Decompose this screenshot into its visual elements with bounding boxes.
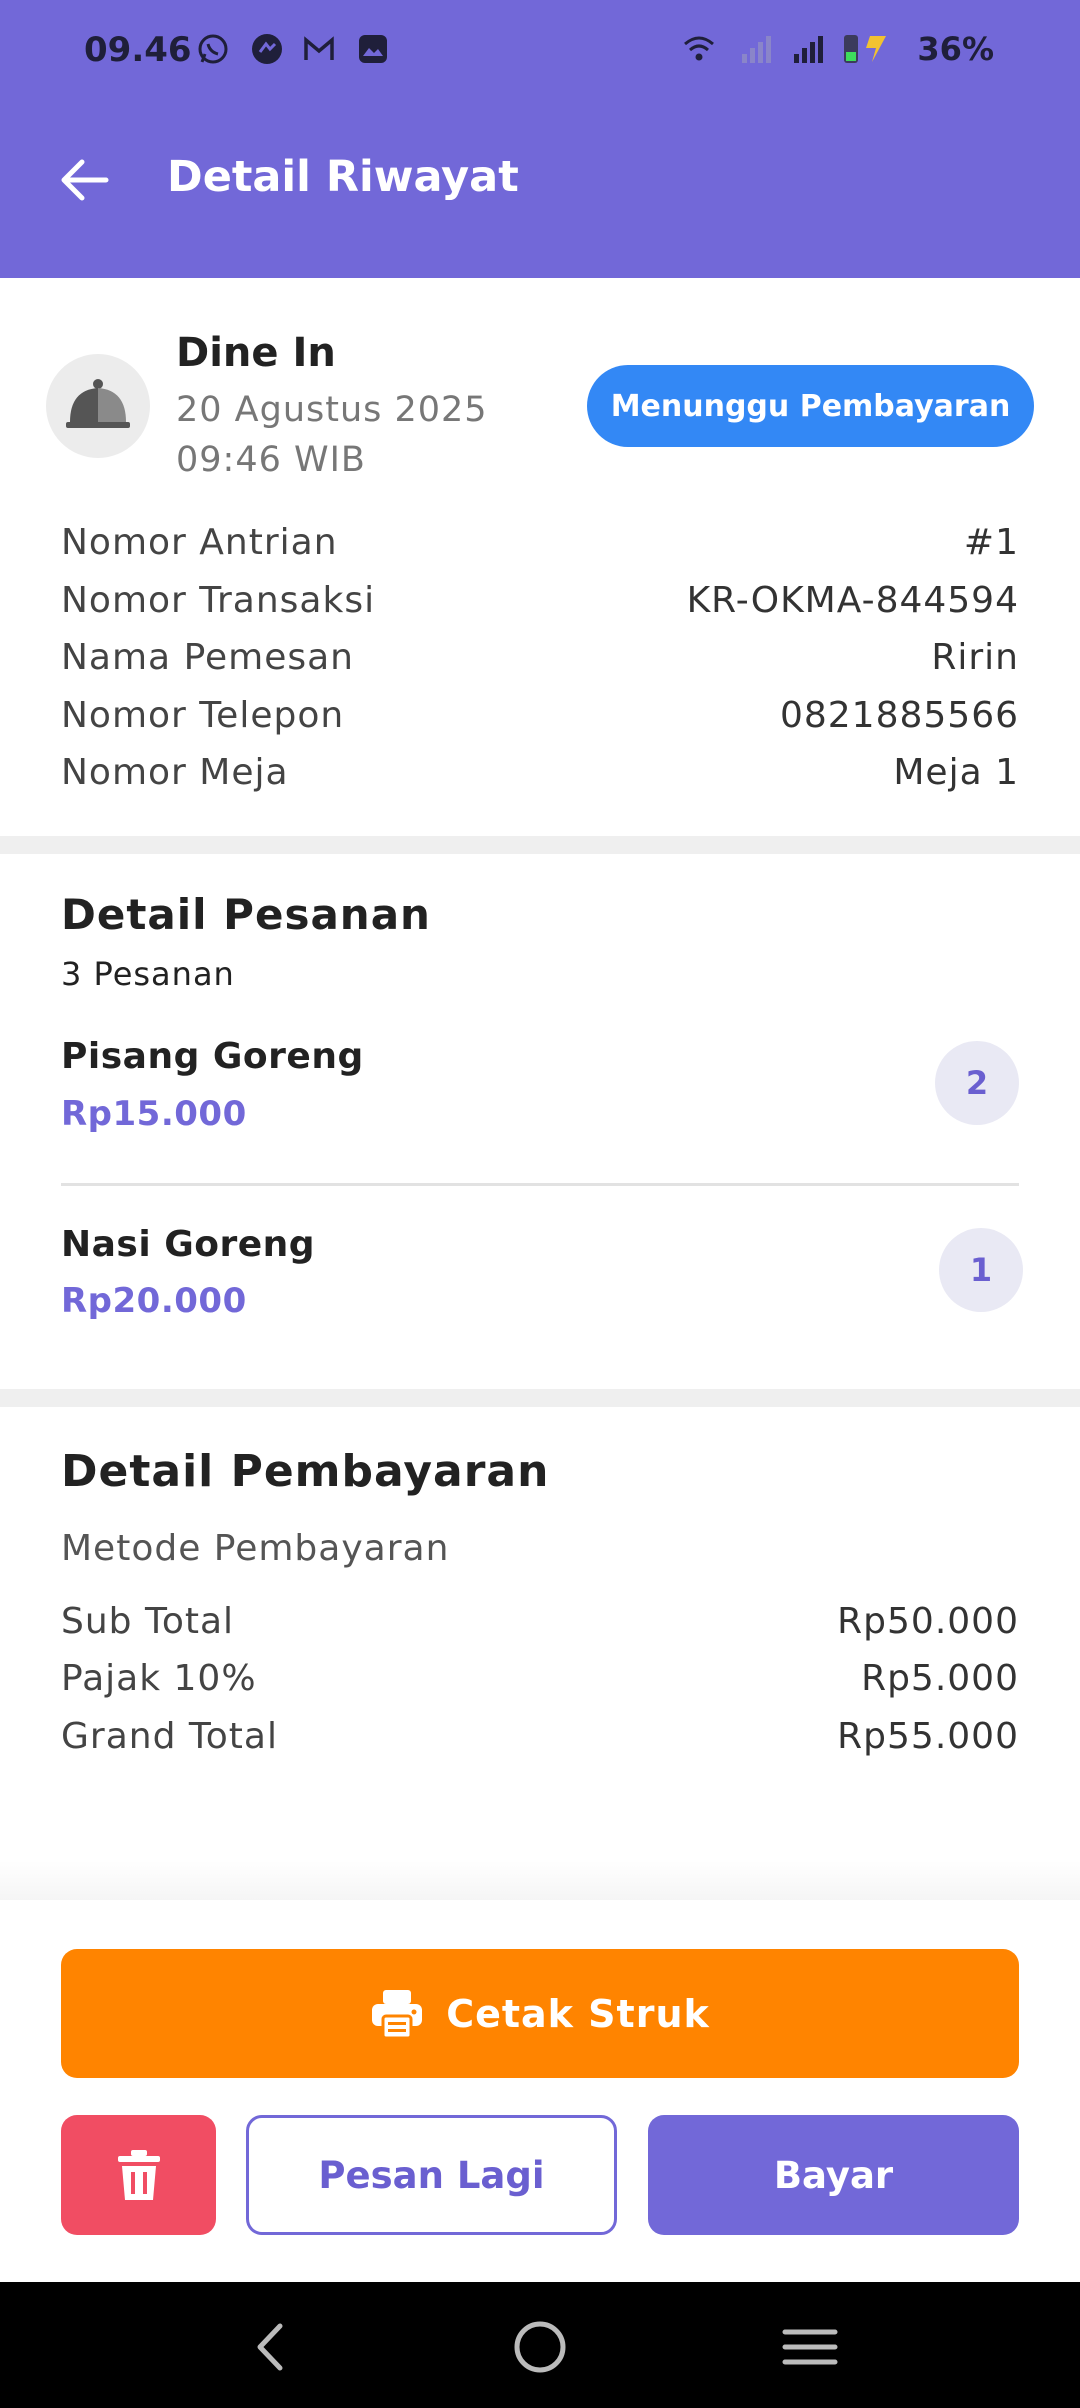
payment-label: Sub Total [61, 1601, 235, 1642]
info-label: Nomor Antrian [61, 522, 338, 563]
signal-icon [742, 36, 771, 63]
info-row-table: Nomor Meja Meja 1 [61, 752, 1019, 802]
signal-icon [794, 36, 823, 63]
info-row-phone: Nomor Telepon 0821885566 [61, 695, 1019, 745]
payment-value: Rp55.000 [837, 1716, 1019, 1757]
item-name: Nasi Goreng [61, 1224, 316, 1265]
info-row-customer: Nama Pemesan Ririn [61, 637, 1019, 687]
order-type-avatar [46, 354, 150, 458]
order-detail-title: Detail Pesanan [61, 890, 431, 939]
item-qty-badge: 2 [935, 1041, 1019, 1125]
battery-percent: 36% [917, 30, 994, 68]
payment-value: Rp5.000 [861, 1658, 1019, 1699]
bottom-panel-shadow [0, 1860, 1080, 1900]
payment-value: Rp50.000 [837, 1601, 1019, 1642]
arrow-left-icon[interactable] [56, 152, 112, 208]
gmail-icon [304, 36, 334, 60]
nav-home-icon[interactable] [505, 2312, 575, 2382]
payment-detail-title: Detail Pembayaran [61, 1446, 550, 1497]
app-header: 09.46 36% Detail Riwayat [0, 0, 1080, 278]
system-nav-bar [0, 2282, 1080, 2408]
print-button-label: Cetak Struk [446, 1991, 710, 2036]
payment-row-tax: Pajak 10% Rp5.000 [61, 1658, 1019, 1708]
info-value: KR-OKMA-844594 [686, 580, 1019, 621]
item-name: Pisang Goreng [61, 1036, 364, 1077]
info-value: #1 [963, 522, 1019, 563]
page-title: Detail Riwayat [167, 152, 519, 202]
order-count: 3 Pesanan [61, 955, 235, 993]
info-label: Nama Pemesan [61, 637, 354, 678]
payment-label: Pajak 10% [61, 1658, 257, 1699]
print-receipt-button[interactable]: Cetak Struk [61, 1949, 1019, 2078]
gallery-icon [359, 35, 387, 63]
nav-menu-icon[interactable] [775, 2312, 845, 2382]
info-label: Nomor Telepon [61, 695, 345, 736]
info-value: Meja 1 [893, 752, 1019, 793]
item-price: Rp15.000 [61, 1094, 247, 1134]
info-label: Nomor Meja [61, 752, 289, 793]
nav-back-icon[interactable] [236, 2312, 306, 2382]
info-row-transaction: Nomor Transaksi KR-OKMA-844594 [61, 580, 1019, 630]
section-divider [0, 1389, 1080, 1407]
order-time: 09:46 WIB [176, 440, 366, 480]
delete-button[interactable] [61, 2115, 216, 2235]
battery-charging-icon [844, 35, 886, 63]
messenger-icon [252, 34, 282, 64]
info-row-queue: Nomor Antrian #1 [61, 522, 1019, 572]
whatsapp-icon [198, 34, 228, 64]
status-badge: Menunggu Pembayaran [587, 365, 1034, 447]
cloche-icon [66, 379, 130, 428]
payment-row-grand-total: Grand Total Rp55.000 [61, 1716, 1019, 1766]
payment-row-subtotal: Sub Total Rp50.000 [61, 1601, 1019, 1651]
trash-icon [117, 2150, 160, 2200]
info-value: Ririn [931, 637, 1019, 678]
status-time: 09.46 [84, 30, 192, 70]
wifi-icon [684, 36, 714, 61]
status-bar: 09.46 36% [0, 0, 1080, 100]
order-date: 20 Agustus 2025 [176, 390, 488, 430]
info-value: 0821885566 [779, 695, 1019, 736]
pay-button[interactable]: Bayar [648, 2115, 1019, 2235]
payment-label: Grand Total [61, 1716, 278, 1757]
item-divider [61, 1183, 1019, 1186]
section-divider [0, 836, 1080, 854]
order-type: Dine In [176, 330, 336, 376]
printer-icon [372, 1989, 423, 2039]
item-qty-badge: 1 [939, 1228, 1023, 1312]
payment-method-label: Metode Pembayaran [61, 1528, 450, 1569]
reorder-button[interactable]: Pesan Lagi [246, 2115, 617, 2235]
item-price: Rp20.000 [61, 1281, 247, 1321]
info-label: Nomor Transaksi [61, 580, 376, 621]
